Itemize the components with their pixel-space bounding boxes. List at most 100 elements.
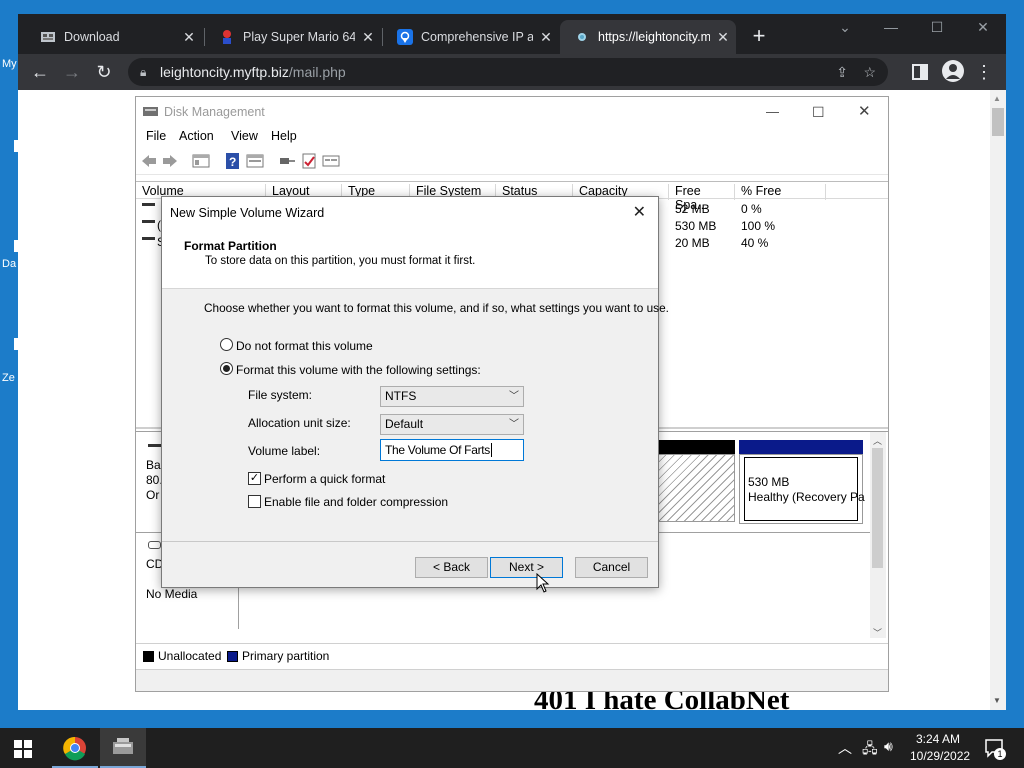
menu-action[interactable]: Action bbox=[179, 129, 214, 143]
window-close-icon[interactable]: ✕ bbox=[960, 16, 1006, 38]
format-radio[interactable] bbox=[220, 362, 233, 375]
bookmark-star-icon[interactable]: ☆ bbox=[863, 58, 876, 86]
minimize-icon[interactable]: — bbox=[868, 16, 914, 38]
primary-swatch bbox=[227, 651, 238, 662]
forward-arrow-icon[interactable]: → bbox=[60, 60, 84, 84]
chevron-up-icon[interactable]: ︿ bbox=[838, 738, 852, 758]
profile-avatar-icon[interactable] bbox=[942, 60, 964, 82]
volume-icon[interactable]: 🔊︎ bbox=[884, 738, 893, 755]
tab-search-icon[interactable]: ⌄ bbox=[822, 16, 868, 38]
volume-label-label: Volume label: bbox=[248, 444, 321, 458]
back-button[interactable]: < Back bbox=[415, 557, 488, 578]
recovery-partition[interactable]: 530 MB Healthy (Recovery Pa bbox=[739, 454, 865, 524]
disk-management-app-icon bbox=[143, 105, 158, 118]
tab-title: Play Super Mario 64 C bbox=[243, 30, 355, 44]
file-system-select[interactable]: NTFS ﹀ bbox=[380, 386, 524, 407]
graph-scrollbar[interactable]: ︿ ﹀ bbox=[870, 432, 886, 638]
scroll-up-icon[interactable]: ▲ bbox=[993, 94, 1001, 103]
legend-bar: Unallocated Primary partition bbox=[136, 643, 888, 669]
file-system-label: File system: bbox=[248, 388, 313, 402]
scroll-up-icon[interactable]: ︿ bbox=[873, 434, 882, 447]
dm-title-bar: Disk Management — ☐ ✕ bbox=[136, 97, 888, 127]
close-tab-icon[interactable]: ✕ bbox=[533, 29, 559, 46]
scroll-down-icon[interactable]: ﹀ bbox=[873, 626, 882, 639]
tab-leightoncity[interactable]: https://leightoncity.m ✕ bbox=[560, 20, 736, 54]
side-panel-icon[interactable] bbox=[910, 62, 930, 82]
help-icon[interactable]: ? bbox=[224, 153, 242, 169]
compression-checkbox[interactable] bbox=[248, 495, 261, 508]
close-icon[interactable]: ✕ bbox=[858, 97, 871, 127]
menu-help[interactable]: Help bbox=[271, 129, 297, 143]
wizard-title: New Simple Volume Wizard bbox=[170, 206, 325, 220]
close-tab-icon[interactable]: ✕ bbox=[355, 29, 381, 46]
clock-time[interactable]: 3:24 AM bbox=[916, 732, 960, 746]
no-format-radio[interactable] bbox=[220, 338, 233, 351]
wizard-heading: Format Partition bbox=[184, 239, 277, 253]
desktop-icon-label-1[interactable]: My bbox=[2, 58, 17, 70]
format-label[interactable]: Format this volume with the following se… bbox=[236, 363, 481, 377]
address-path: /mail.php bbox=[288, 64, 346, 80]
no-format-label[interactable]: Do not format this volume bbox=[236, 339, 373, 353]
tab-strip: Download ✕ Play Super Mario 64 C ✕ Compr… bbox=[18, 14, 1006, 54]
chevron-down-icon: ﹀ bbox=[509, 419, 519, 430]
windows-start-icon[interactable] bbox=[14, 740, 32, 758]
page-scrollbar[interactable]: ▲ ▼ bbox=[990, 90, 1006, 710]
column-pct-free[interactable]: % Free bbox=[735, 184, 826, 200]
network-icon[interactable]: 🖧︎ bbox=[862, 738, 878, 762]
free-space-cell: 52 MB bbox=[675, 202, 710, 216]
volume-drive-icon bbox=[142, 203, 155, 206]
column-free-space[interactable]: Free Spa... bbox=[669, 184, 735, 212]
back-icon[interactable] bbox=[140, 153, 158, 169]
notification-count: 1 bbox=[994, 748, 1006, 760]
clock-date[interactable]: 10/29/2022 bbox=[910, 749, 970, 763]
tab-download[interactable]: Download ✕ bbox=[26, 20, 202, 54]
compression-label[interactable]: Enable file and folder compression bbox=[264, 495, 448, 509]
format-prompt: Choose whether you want to format this v… bbox=[204, 301, 669, 315]
share-icon[interactable]: ⇪ bbox=[836, 58, 848, 86]
desktop-icon-label-2[interactable]: Da bbox=[2, 258, 16, 270]
reload-icon[interactable]: ↻ bbox=[92, 60, 116, 84]
free-space-cell: 20 MB bbox=[675, 236, 710, 250]
close-icon[interactable]: ✕ bbox=[633, 202, 646, 222]
volume-label-input[interactable]: The Volume Of Farts bbox=[380, 439, 524, 461]
show-hide-console-tree-icon[interactable] bbox=[192, 153, 210, 169]
address-bar[interactable]: 🔒︎ leightoncity.myftp.biz/mail.php ⇪ ☆ bbox=[128, 58, 888, 86]
scroll-thumb[interactable] bbox=[872, 448, 883, 568]
disk-management-taskbar-icon[interactable] bbox=[100, 728, 146, 768]
next-button[interactable]: Next > bbox=[490, 557, 563, 578]
allocation-unit-select[interactable]: Default ﹀ bbox=[380, 414, 524, 435]
more-options-icon[interactable] bbox=[322, 153, 340, 169]
site-icon bbox=[574, 29, 590, 45]
desktop-icon-label-3[interactable]: Ze bbox=[2, 372, 15, 384]
close-tab-icon[interactable]: ✕ bbox=[710, 29, 736, 46]
notifications-icon[interactable]: 1 bbox=[984, 738, 1006, 760]
connect-icon[interactable] bbox=[278, 153, 296, 169]
check-properties-icon[interactable] bbox=[300, 153, 318, 169]
chrome-menu-icon[interactable]: ⋮ bbox=[972, 60, 996, 84]
menu-view[interactable]: View bbox=[231, 129, 258, 143]
download-page-icon bbox=[40, 29, 56, 45]
quick-format-checkbox[interactable]: ✓ bbox=[248, 472, 261, 485]
partition-status: Healthy (Recovery Pa bbox=[748, 490, 865, 504]
scroll-thumb[interactable] bbox=[992, 108, 1004, 136]
tab-ip-lookup[interactable]: Comprehensive IP ad ✕ bbox=[383, 20, 559, 54]
dm-title: Disk Management bbox=[164, 105, 265, 119]
new-tab-button[interactable]: + bbox=[746, 24, 772, 50]
cancel-button[interactable]: Cancel bbox=[575, 557, 648, 578]
scroll-down-icon[interactable]: ▼ bbox=[993, 696, 1001, 705]
back-arrow-icon[interactable]: ← bbox=[28, 60, 52, 84]
properties-view-icon[interactable] bbox=[246, 153, 264, 169]
primary-partition-bar bbox=[739, 440, 863, 454]
close-tab-icon[interactable]: ✕ bbox=[176, 29, 202, 46]
forward-icon[interactable] bbox=[161, 153, 179, 169]
dm-toolbar: ? bbox=[136, 149, 888, 175]
quick-format-label[interactable]: Perform a quick format bbox=[264, 472, 385, 486]
chrome-taskbar-icon[interactable] bbox=[52, 728, 98, 768]
minimize-icon[interactable]: — bbox=[766, 97, 779, 127]
menu-file[interactable]: File bbox=[146, 129, 166, 143]
maximize-icon[interactable]: ☐ bbox=[914, 16, 960, 38]
unallocated-region[interactable] bbox=[657, 454, 735, 522]
lock-icon: 🔒︎ bbox=[140, 65, 147, 79]
maximize-icon[interactable]: ☐ bbox=[812, 97, 825, 127]
tab-mario[interactable]: Play Super Mario 64 C ✕ bbox=[205, 20, 381, 54]
